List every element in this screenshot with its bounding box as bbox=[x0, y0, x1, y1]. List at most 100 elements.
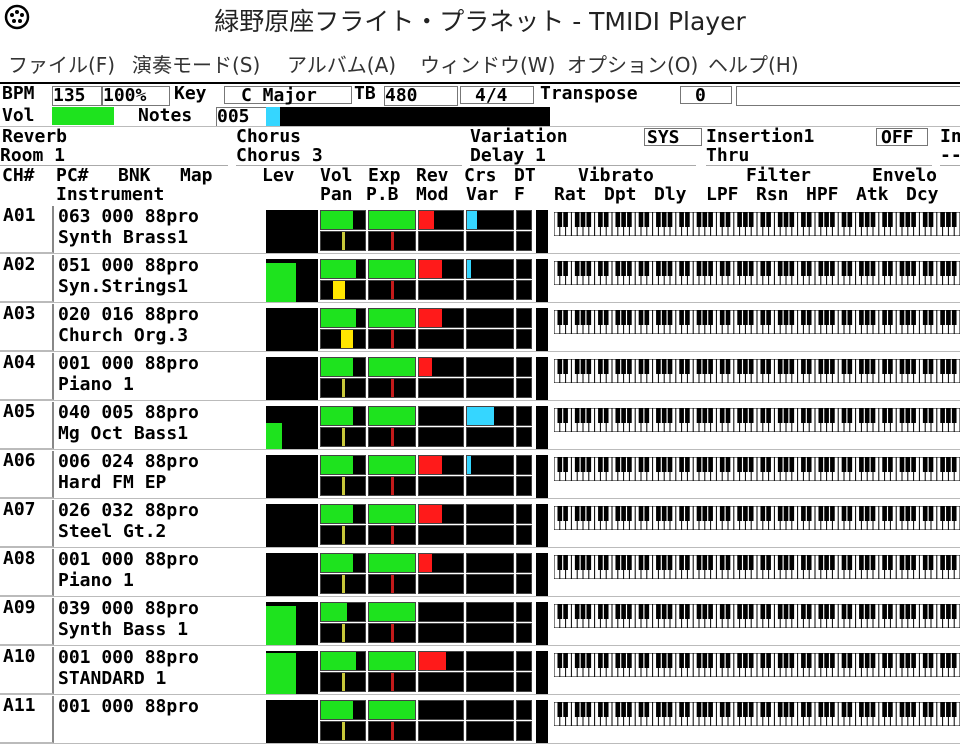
detune-meter[interactable] bbox=[516, 504, 532, 524]
expression-meter[interactable] bbox=[368, 504, 416, 524]
pitch-bend-meter[interactable] bbox=[368, 721, 416, 741]
pitch-bend-meter[interactable] bbox=[368, 378, 416, 398]
variation-send-meter[interactable] bbox=[466, 623, 514, 643]
detune-meter[interactable] bbox=[516, 700, 532, 720]
filter-meter[interactable] bbox=[516, 672, 532, 692]
chorus-send-meter[interactable] bbox=[466, 553, 514, 573]
pitch-bend-meter[interactable] bbox=[368, 623, 416, 643]
filter-meter[interactable] bbox=[516, 574, 532, 594]
channel-row[interactable]: A06 006 024 88pro Hard FM EP bbox=[0, 451, 960, 500]
pan-meter[interactable] bbox=[320, 231, 366, 251]
modulation-meter[interactable] bbox=[418, 427, 464, 447]
detune-meter[interactable] bbox=[516, 357, 532, 377]
detune-meter[interactable] bbox=[516, 308, 532, 328]
reverb-send-meter[interactable] bbox=[418, 308, 464, 328]
pitch-bend-meter[interactable] bbox=[368, 525, 416, 545]
channel-row[interactable]: A04 001 000 88pro Piano 1 bbox=[0, 353, 960, 402]
pitch-bend-meter[interactable] bbox=[368, 574, 416, 594]
volume-meter[interactable] bbox=[320, 553, 366, 573]
channel-row[interactable]: A11 001 000 88pro bbox=[0, 696, 960, 745]
chorus-send-meter[interactable] bbox=[466, 406, 514, 426]
detune-meter[interactable] bbox=[516, 651, 532, 671]
expression-meter[interactable] bbox=[368, 406, 416, 426]
detune-meter[interactable] bbox=[516, 602, 532, 622]
pan-meter[interactable] bbox=[320, 378, 366, 398]
pan-meter[interactable] bbox=[320, 574, 366, 594]
instrument-info[interactable]: 040 005 88pro Mg Oct Bass1 bbox=[56, 402, 264, 449]
chorus-send-meter[interactable] bbox=[466, 357, 514, 377]
instrument-info[interactable]: 006 024 88pro Hard FM EP bbox=[56, 451, 264, 498]
modulation-meter[interactable] bbox=[418, 525, 464, 545]
reverb-send-meter[interactable] bbox=[418, 210, 464, 230]
reverb-send-meter[interactable] bbox=[418, 406, 464, 426]
filter-meter[interactable] bbox=[516, 231, 532, 251]
menu-file[interactable]: ファイル(F) bbox=[8, 49, 115, 78]
pan-meter[interactable] bbox=[320, 280, 366, 300]
pan-meter[interactable] bbox=[320, 476, 366, 496]
chorus-send-meter[interactable] bbox=[466, 259, 514, 279]
channel-row[interactable]: A05 040 005 88pro Mg Oct Bass1 bbox=[0, 402, 960, 451]
modulation-meter[interactable] bbox=[418, 574, 464, 594]
variation-send-meter[interactable] bbox=[466, 672, 514, 692]
insertion1-type[interactable]: Thru bbox=[706, 147, 932, 166]
pitch-bend-meter[interactable] bbox=[368, 476, 416, 496]
expression-meter[interactable] bbox=[368, 259, 416, 279]
pitch-bend-meter[interactable] bbox=[368, 231, 416, 251]
detune-meter[interactable] bbox=[516, 259, 532, 279]
instrument-info[interactable]: 001 000 88pro STANDARD 1 bbox=[56, 647, 264, 694]
filter-meter[interactable] bbox=[516, 280, 532, 300]
chorus-send-meter[interactable] bbox=[466, 504, 514, 524]
menu-window[interactable]: ウィンドウ(W) bbox=[420, 49, 555, 78]
reverb-type[interactable]: Room 1 bbox=[0, 147, 228, 166]
channel-row[interactable]: A09 039 000 88pro Synth Bass 1 bbox=[0, 598, 960, 647]
reverb-send-meter[interactable] bbox=[418, 651, 464, 671]
modulation-meter[interactable] bbox=[418, 721, 464, 741]
chorus-send-meter[interactable] bbox=[466, 210, 514, 230]
channel-row[interactable]: A03 020 016 88pro Church Org.3 bbox=[0, 304, 960, 353]
chorus-send-meter[interactable] bbox=[466, 455, 514, 475]
chorus-type[interactable]: Chorus 3 bbox=[236, 147, 462, 166]
volume-meter[interactable] bbox=[320, 504, 366, 524]
filter-meter[interactable] bbox=[516, 329, 532, 349]
reverb-send-meter[interactable] bbox=[418, 455, 464, 475]
modulation-meter[interactable] bbox=[418, 329, 464, 349]
expression-meter[interactable] bbox=[368, 651, 416, 671]
modulation-meter[interactable] bbox=[418, 623, 464, 643]
instrument-info[interactable]: 026 032 88pro Steel Gt.2 bbox=[56, 500, 264, 547]
variation-send-meter[interactable] bbox=[466, 329, 514, 349]
expression-meter[interactable] bbox=[368, 455, 416, 475]
menu-album[interactable]: アルバム(A) bbox=[287, 49, 396, 78]
modulation-meter[interactable] bbox=[418, 476, 464, 496]
modulation-meter[interactable] bbox=[418, 672, 464, 692]
filter-meter[interactable] bbox=[516, 525, 532, 545]
pan-meter[interactable] bbox=[320, 672, 366, 692]
reverb-send-meter[interactable] bbox=[418, 553, 464, 573]
pitch-bend-meter[interactable] bbox=[368, 672, 416, 692]
instrument-info[interactable]: 063 000 88pro Synth Brass1 bbox=[56, 206, 264, 253]
detune-meter[interactable] bbox=[516, 455, 532, 475]
expression-meter[interactable] bbox=[368, 308, 416, 328]
pan-meter[interactable] bbox=[320, 427, 366, 447]
instrument-info[interactable]: 020 016 88pro Church Org.3 bbox=[56, 304, 264, 351]
insertion2-type[interactable]: -- bbox=[940, 147, 960, 166]
instrument-info[interactable]: 039 000 88pro Synth Bass 1 bbox=[56, 598, 264, 645]
volume-meter[interactable] bbox=[320, 455, 366, 475]
filter-meter[interactable] bbox=[516, 623, 532, 643]
detune-meter[interactable] bbox=[516, 210, 532, 230]
instrument-info[interactable]: 001 000 88pro Piano 1 bbox=[56, 353, 264, 400]
pan-meter[interactable] bbox=[320, 721, 366, 741]
menu-play-mode[interactable]: 演奏モード(S) bbox=[132, 49, 260, 78]
channel-row[interactable]: A07 026 032 88pro Steel Gt.2 bbox=[0, 500, 960, 549]
instrument-info[interactable]: 051 000 88pro Syn.Strings1 bbox=[56, 255, 264, 302]
modulation-meter[interactable] bbox=[418, 231, 464, 251]
reverb-send-meter[interactable] bbox=[418, 504, 464, 524]
channel-row[interactable]: A10 001 000 88pro STANDARD 1 bbox=[0, 647, 960, 696]
expression-meter[interactable] bbox=[368, 700, 416, 720]
channel-row[interactable]: A08 001 000 88pro Piano 1 bbox=[0, 549, 960, 598]
volume-meter[interactable] bbox=[320, 700, 366, 720]
chorus-send-meter[interactable] bbox=[466, 602, 514, 622]
modulation-meter[interactable] bbox=[418, 280, 464, 300]
reverb-send-meter[interactable] bbox=[418, 700, 464, 720]
volume-meter[interactable] bbox=[320, 210, 366, 230]
variation-send-meter[interactable] bbox=[466, 525, 514, 545]
